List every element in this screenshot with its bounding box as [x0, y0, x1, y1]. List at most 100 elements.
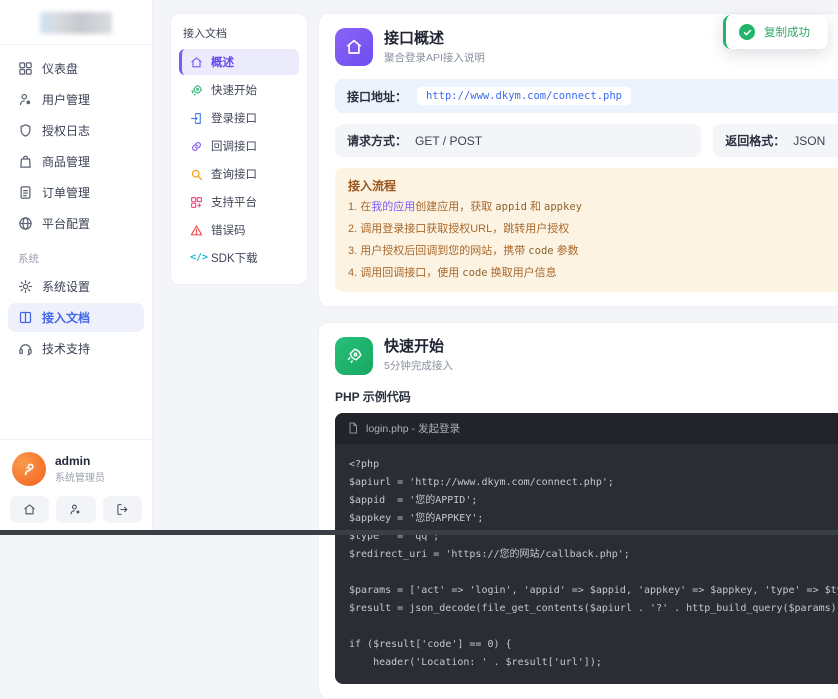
code-token: appid [495, 201, 527, 213]
code-token: code [528, 244, 554, 257]
home-button[interactable] [10, 496, 50, 523]
quickstart-card-header: 快速开始 5分钟完成接入 [335, 336, 838, 375]
doc-nav-item-quickstart[interactable]: 快速开始 [179, 77, 299, 103]
user-name: admin [55, 454, 91, 468]
warning-icon [190, 224, 203, 237]
return-format-box: 返回格式： JSON [713, 124, 838, 157]
logo-image [40, 12, 112, 34]
sidebar-section-label: 系统 [18, 253, 39, 265]
sidebar-item-system-settings[interactable]: 系统设置 [8, 272, 144, 301]
overview-card-badge [335, 28, 373, 66]
sidebar-item-label: 商品管理 [42, 155, 91, 169]
sidebar-item-label: 平台配置 [42, 217, 91, 231]
step-text: 创建应用，获取 [415, 201, 496, 213]
doc-nav-panel: 接入文档 概述 快速开始 登录接口 回调接口 查询接口 支持平台 错误码 </>… [170, 13, 308, 285]
step-number: 2. [348, 222, 361, 235]
step-text: 和 [526, 201, 545, 213]
main-area: 接入文档 概述 快速开始 登录接口 回调接口 查询接口 支持平台 错误码 </>… [153, 0, 838, 699]
doc-nav-item-login-api[interactable]: 登录接口 [179, 105, 299, 131]
sidebar-item-orders[interactable]: 订单管理 [8, 178, 144, 207]
user-gear-icon [69, 503, 82, 516]
step-number: 1. [348, 201, 361, 213]
sidebar: 仪表盘 用户管理 授权日志 商品管理 订单管理 平台配置 系统 系统设置 接入文… [0, 0, 153, 535]
link-icon [190, 140, 203, 153]
sidebar-item-users[interactable]: 用户管理 [8, 85, 144, 114]
rocket-icon [190, 84, 203, 97]
logout-button[interactable] [102, 496, 142, 523]
flow-step-1: 1. 在我的应用创建应用，获取 appid 和 appkey [348, 200, 838, 216]
toast-message: 复制成功 [764, 27, 810, 39]
logout-icon [116, 503, 129, 516]
doc-content: 接口概述 聚合登录API接入说明 接口地址： http://www.dkym.c… [318, 13, 838, 699]
file-icon [347, 422, 359, 434]
api-url-value[interactable]: http://www.dkym.com/connect.php [417, 87, 631, 105]
code-file-name: login.php - 发起登录 [366, 422, 460, 435]
sidebar-item-support[interactable]: 技术支持 [8, 334, 144, 363]
doc-nav-label: 回调接口 [211, 141, 257, 153]
sidebar-item-dashboard[interactable]: 仪表盘 [8, 54, 144, 83]
home-icon [190, 56, 203, 69]
sidebar-item-label: 技术支持 [42, 342, 91, 356]
book-icon [18, 310, 33, 325]
shopping-bag-icon [18, 154, 33, 169]
sidebar-item-label: 接入文档 [42, 311, 91, 325]
request-method-box: 请求方式： GET / POST [335, 124, 702, 157]
doc-nav-item-platforms[interactable]: 支持平台 [179, 189, 299, 215]
flow-step-2: 2. 调用登录接口获取授权URL，跳转用户授权 [348, 222, 838, 238]
avatar [12, 452, 46, 486]
doc-nav-label: SDK下载 [211, 253, 258, 265]
doc-nav-item-sdk-download[interactable]: </> SDK下载 [179, 245, 299, 271]
flow-title: 接入流程 [348, 179, 397, 193]
flow-step-3: 3. 用户授权后回调到您的网站，携带 code 参数 [348, 244, 838, 260]
return-format-label: 返回格式： [725, 134, 786, 148]
check-icon [739, 24, 755, 40]
request-method-value: GET / POST [415, 133, 483, 148]
sidebar-item-label: 用户管理 [42, 93, 91, 107]
rocket-icon [345, 347, 363, 365]
code-content[interactable]: <?php $apiurl = 'http://www.dkym.com/con… [335, 444, 838, 684]
user-role: 系统管理员 [55, 473, 105, 484]
step-text: 在 [360, 201, 372, 213]
step-text: 用户授权后回调到您的网站，携带 [360, 244, 529, 257]
step-text: 换取用户信息 [487, 266, 557, 279]
my-apps-link[interactable]: 我的应用 [371, 201, 415, 213]
user-profile[interactable]: admin 系统管理员 [10, 450, 142, 496]
doc-nav-item-query-api[interactable]: 查询接口 [179, 161, 299, 187]
toast-copy-success: 复制成功 [723, 15, 828, 49]
sidebar-item-platform-config[interactable]: 平台配置 [8, 209, 144, 238]
code-block: login.php - 发起登录 <?php $apiurl = 'http:/… [335, 412, 838, 684]
step-text: 调用登录接口获取授权URL，跳转用户授权 [360, 222, 570, 235]
doc-nav-item-error-codes[interactable]: 错误码 [179, 217, 299, 243]
gear-icon [18, 279, 33, 294]
sidebar-item-products[interactable]: 商品管理 [8, 147, 144, 176]
doc-nav-label: 支持平台 [211, 197, 257, 209]
sidebar-item-label: 系统设置 [42, 280, 91, 294]
person-icon [21, 461, 38, 478]
sidebar-item-integration-docs[interactable]: 接入文档 [8, 303, 144, 332]
sidebar-item-auth-log[interactable]: 授权日志 [8, 116, 144, 145]
doc-nav-title: 接入文档 [183, 28, 227, 40]
quickstart-subtitle: 5分钟完成接入 [384, 360, 453, 373]
code-sample-label: PHP 示例代码 [335, 389, 411, 404]
doc-nav-label: 错误码 [211, 225, 246, 237]
login-icon [190, 112, 203, 125]
users-icon [18, 92, 33, 107]
request-info-row: 请求方式： GET / POST 返回格式： JSON [335, 124, 838, 157]
account-settings-button[interactable] [56, 496, 96, 523]
step-number: 4. [348, 266, 361, 279]
doc-nav-item-callback-api[interactable]: 回调接口 [179, 133, 299, 159]
sidebar-footer: admin 系统管理员 [0, 439, 152, 535]
sidebar-item-label: 仪表盘 [42, 62, 79, 76]
code-token: appkey [544, 201, 582, 213]
globe-icon [18, 216, 33, 231]
integration-flow-box: 接入流程 1. 在我的应用创建应用，获取 appid 和 appkey 2. 调… [335, 168, 838, 292]
quick-actions [10, 496, 142, 523]
doc-nav-item-overview[interactable]: 概述 [179, 49, 299, 75]
quickstart-title: 快速开始 [384, 338, 445, 356]
api-url-row: 接口地址： http://www.dkym.com/connect.php [335, 79, 838, 113]
sidebar-item-label: 订单管理 [42, 186, 91, 200]
search-icon [190, 168, 203, 181]
doc-nav-label: 查询接口 [211, 169, 257, 181]
doc-nav-label: 快速开始 [211, 85, 257, 97]
code-token: code [462, 266, 488, 279]
